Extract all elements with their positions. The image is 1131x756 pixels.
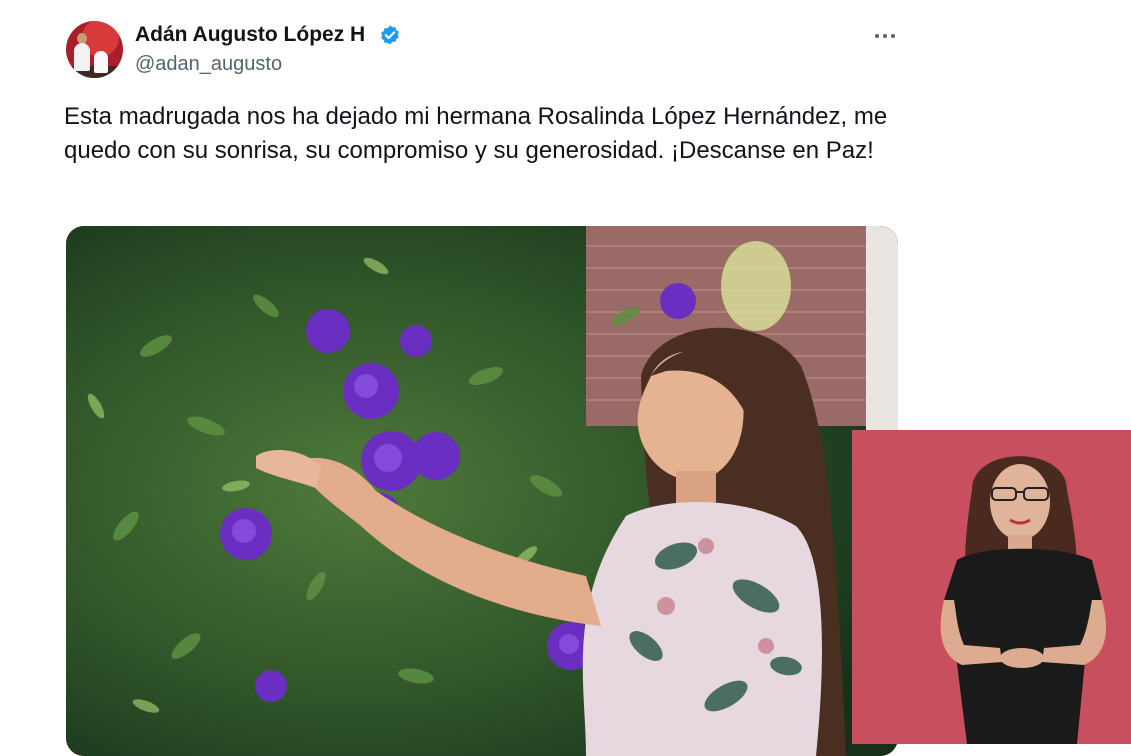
author-display-name[interactable]: Adán Augusto López H (135, 23, 365, 47)
more-options-icon[interactable] (872, 24, 898, 46)
sign-language-interpreter (852, 430, 1131, 744)
interpreter-figure (940, 456, 1107, 744)
tweet-text: Esta madrugada nos ha dejado mi hermana … (64, 103, 888, 164)
author-avatar[interactable] (66, 21, 123, 78)
author-handle[interactable]: @adan_augusto (135, 53, 282, 76)
verified-badge-icon (381, 25, 399, 45)
photo-garden-woman (66, 226, 898, 756)
tweet-photo[interactable] (66, 226, 898, 756)
